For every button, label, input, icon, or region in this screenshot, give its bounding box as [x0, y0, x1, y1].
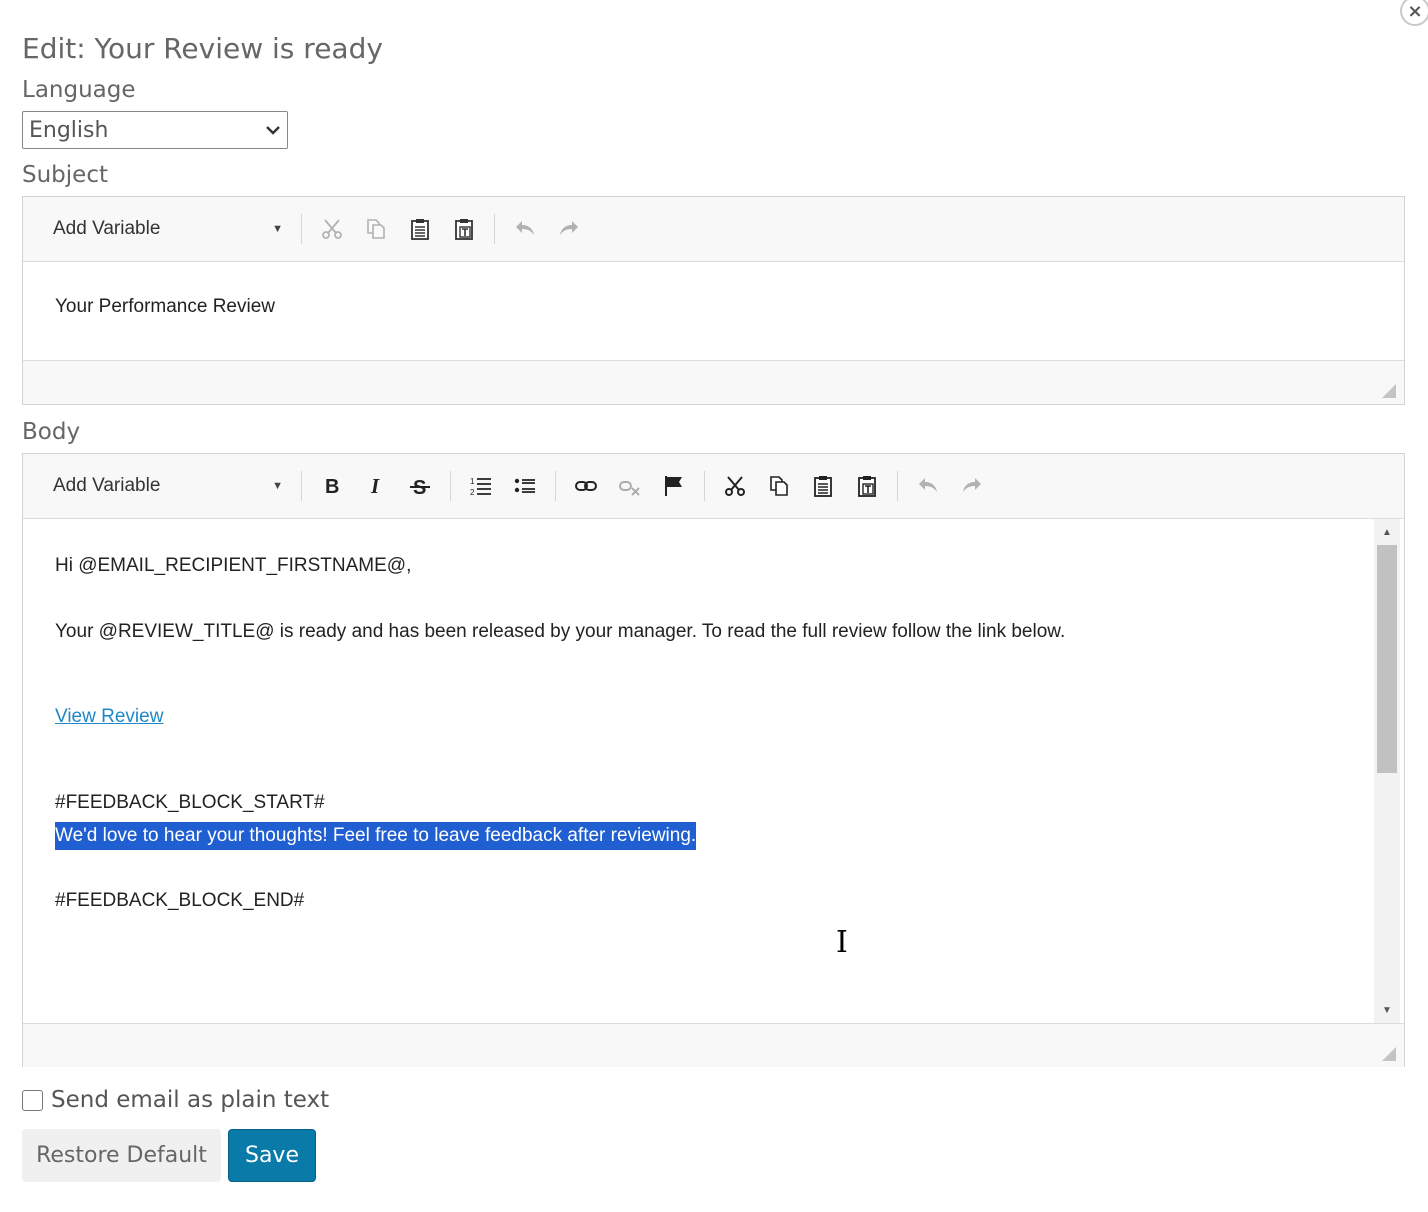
subject-label: Subject [22, 162, 108, 188]
scissors-icon [725, 476, 745, 496]
redo-button[interactable] [954, 468, 990, 504]
add-variable-label: Add Variable [53, 475, 161, 496]
svg-text:I: I [370, 474, 380, 498]
body-input[interactable]: Hi @EMAIL_RECIPIENT_FIRSTNAME@, Your @RE… [23, 519, 1404, 1023]
caret-down-icon: ▼ [272, 223, 283, 235]
intro-line: Your @REVIEW_TITLE@ is ready and has bee… [55, 621, 1066, 642]
toolbar-separator [555, 471, 556, 501]
plain-text-option[interactable]: Send email as plain text [22, 1087, 329, 1113]
undo-button[interactable] [507, 211, 543, 247]
language-selected-value: English [29, 117, 109, 143]
svg-text:2: 2 [470, 488, 475, 497]
unlink-icon [619, 481, 640, 496]
paste-icon [411, 219, 429, 240]
numbered-list-button[interactable]: 12 [463, 468, 499, 504]
subject-text: Your Performance Review [55, 296, 276, 317]
unlink-button[interactable] [612, 468, 648, 504]
toolbar-separator [450, 471, 451, 501]
svg-text:B: B [325, 476, 339, 498]
bold-button[interactable]: B [314, 468, 350, 504]
subject-toolbar: Add Variable ▼ [23, 197, 1404, 262]
subject-statusbar [23, 360, 1404, 404]
body-add-variable-dropdown[interactable]: Add Variable ▼ [53, 475, 293, 497]
bullet-list-button[interactable] [507, 468, 543, 504]
close-button[interactable]: × [1400, 0, 1428, 26]
copy-icon [770, 476, 788, 496]
copy-button[interactable] [761, 468, 797, 504]
toolbar-separator [494, 214, 495, 244]
toolbar-separator [897, 471, 898, 501]
toolbar-separator [301, 471, 302, 501]
subject-add-variable-dropdown[interactable]: Add Variable ▼ [53, 218, 293, 240]
feedback-text-selected: We'd love to hear your thoughts! Feel fr… [55, 822, 697, 850]
redo-icon [963, 478, 981, 492]
redo-icon [560, 221, 578, 235]
flag-icon [665, 476, 682, 496]
text-cursor-icon: I [836, 925, 848, 960]
view-review-link[interactable]: View Review [55, 706, 163, 728]
add-variable-label: Add Variable [53, 218, 161, 239]
subject-input[interactable]: Your Performance Review [23, 262, 1404, 360]
language-label: Language [22, 77, 136, 103]
plain-text-label: Send email as plain text [51, 1087, 330, 1113]
undo-icon [516, 221, 534, 235]
save-button[interactable]: Save [228, 1129, 316, 1182]
paste-icon [814, 476, 832, 497]
paste-text-icon [455, 219, 473, 240]
paste-text-icon [858, 476, 876, 497]
paste-button[interactable] [805, 468, 841, 504]
body-statusbar [23, 1023, 1404, 1067]
restore-default-button[interactable]: Restore Default [22, 1129, 221, 1182]
svg-text:1: 1 [470, 477, 475, 486]
body-scrollbar[interactable]: ▲ ▼ [1374, 519, 1400, 1023]
scissors-icon [322, 219, 342, 239]
cut-button[interactable] [314, 211, 350, 247]
resize-handle-icon[interactable] [1382, 1047, 1396, 1061]
resize-handle-icon[interactable] [1382, 384, 1396, 398]
chevron-down-icon [266, 126, 280, 135]
scroll-up-arrow-icon[interactable]: ▲ [1374, 521, 1400, 543]
link-button[interactable] [568, 468, 604, 504]
greeting-line: Hi @EMAIL_RECIPIENT_FIRSTNAME@, [55, 555, 412, 576]
body-editor: Add Variable ▼ B I S 12 Hi @EMAIL_RECIPI… [22, 453, 1405, 1067]
feedback-start-line: #FEEDBACK_BLOCK_START# [55, 792, 325, 813]
paste-button[interactable] [402, 211, 438, 247]
caret-down-icon: ▼ [272, 480, 283, 492]
paste-plain-text-button[interactable] [446, 211, 482, 247]
italic-icon: I [370, 474, 380, 498]
dialog-title: Edit: Your Review is ready [22, 32, 383, 65]
italic-button[interactable]: I [358, 468, 394, 504]
cut-button[interactable] [717, 468, 753, 504]
body-toolbar: Add Variable ▼ B I S 12 [23, 454, 1404, 519]
body-label: Body [22, 419, 81, 445]
scroll-thumb[interactable] [1377, 545, 1397, 773]
copy-button[interactable] [358, 211, 394, 247]
bold-icon: B [325, 476, 339, 498]
numbered-list-icon: 12 [470, 477, 491, 497]
toolbar-separator [301, 214, 302, 244]
scroll-down-arrow-icon[interactable]: ▼ [1374, 999, 1400, 1021]
feedback-end-line: #FEEDBACK_BLOCK_END# [55, 890, 305, 911]
close-icon: × [1407, 0, 1423, 22]
anchor-button[interactable] [656, 468, 692, 504]
strikethrough-button[interactable]: S [402, 468, 438, 504]
paste-plain-text-button[interactable] [849, 468, 885, 504]
copy-icon [367, 219, 385, 239]
redo-button[interactable] [551, 211, 587, 247]
strikethrough-icon: S [410, 477, 430, 498]
plain-text-checkbox[interactable] [22, 1089, 43, 1111]
undo-icon [919, 478, 937, 492]
bullet-list-icon [514, 478, 535, 493]
subject-editor: Add Variable ▼ Your Performance Review [22, 196, 1405, 405]
toolbar-separator [704, 471, 705, 501]
link-icon [575, 481, 597, 491]
undo-button[interactable] [910, 468, 946, 504]
language-select[interactable]: English [22, 111, 288, 149]
